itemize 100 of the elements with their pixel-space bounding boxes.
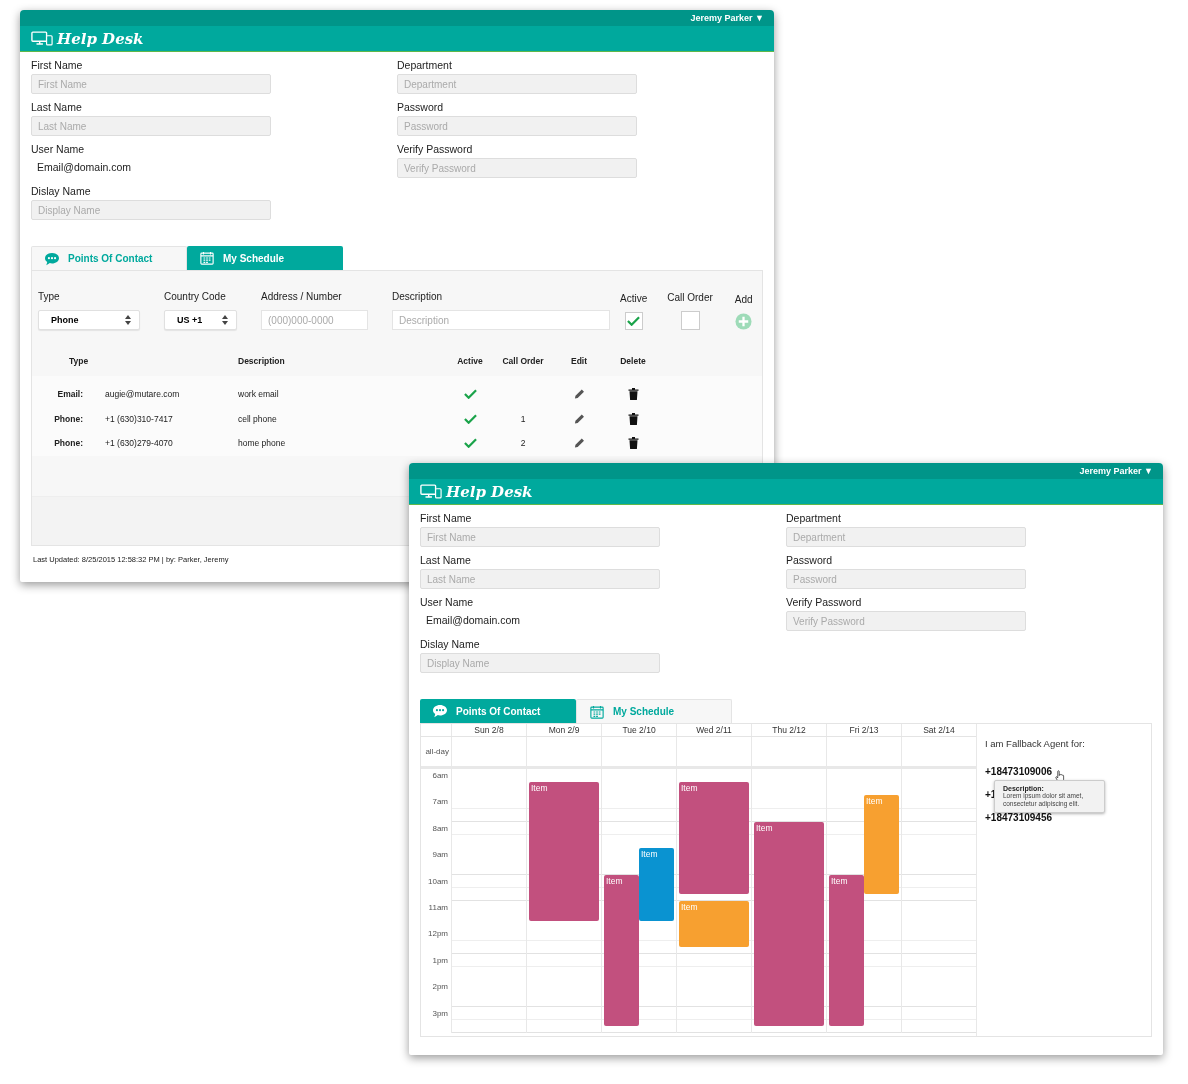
table-cell: 1 — [520, 413, 526, 424]
field-label: Dislay Name — [31, 185, 92, 198]
day-header: Thu 2/12 — [751, 724, 826, 736]
calendar-icon — [199, 251, 215, 265]
tab[interactable]: Points Of Contact — [420, 699, 576, 723]
day-header: Tue 2/10 — [601, 724, 676, 736]
hour-label: 6am — [431, 770, 449, 782]
field-label: Department — [397, 59, 453, 72]
table-cell-text: Email: — [56, 389, 84, 400]
field-label: User Name — [420, 596, 475, 609]
day-header: Sat 2/14 — [901, 724, 976, 736]
trash-icon[interactable] — [627, 388, 639, 401]
column-header: Active — [456, 356, 484, 366]
phone-number[interactable]: +18473109456 — [985, 812, 1053, 823]
table-cell-text: augie@mutare.com — [104, 389, 181, 400]
trash-icon[interactable] — [627, 412, 639, 425]
input-field[interactable]: First Name — [31, 74, 271, 94]
field-label: Type — [38, 291, 61, 302]
column-header: Description — [238, 356, 286, 366]
field-label: Country Code — [164, 291, 227, 302]
hour-label: 7am — [431, 796, 449, 809]
column-header: Call Order — [501, 356, 545, 366]
calendar-event[interactable]: Item — [529, 782, 599, 921]
field-label: Active — [620, 293, 648, 304]
input-field[interactable]: Verify Password — [786, 611, 1026, 631]
hand-cursor-icon — [1055, 770, 1066, 783]
pencil-icon[interactable] — [573, 388, 585, 401]
table-cell-text: Phone: — [53, 413, 84, 424]
input-field[interactable]: Verify Password — [397, 158, 637, 178]
calendar-event[interactable]: Item — [754, 821, 824, 1027]
speech-bubble-icon — [432, 704, 448, 718]
field-label: Password — [397, 101, 445, 114]
calendar-event[interactable]: Item — [679, 782, 749, 895]
input-field[interactable]: Password — [397, 116, 637, 136]
updown-arrows-icon — [222, 315, 228, 325]
input-field[interactable]: Display Name — [31, 200, 271, 220]
input-field[interactable] — [680, 311, 700, 330]
field-label: First Name — [31, 59, 84, 72]
type-select[interactable]: Phone — [38, 310, 140, 330]
user-menu[interactable]: Jeremy Parker ▼ — [690, 13, 764, 23]
day-header: Sun 2/8 — [451, 724, 526, 736]
field-label: Dislay Name — [420, 638, 481, 651]
tab[interactable]: Points Of Contact — [31, 246, 187, 270]
field-label: Password — [786, 554, 834, 567]
field-label: User Name — [31, 143, 86, 156]
check-icon — [627, 316, 641, 326]
tab[interactable]: My Schedule — [187, 246, 343, 270]
hour-label: 2pm — [431, 981, 449, 994]
app-title: Help Desk — [446, 482, 533, 501]
column-header: Delete — [619, 356, 647, 366]
table-cell-text: +1 (630)279-4070 — [104, 438, 174, 449]
input-field[interactable]: First Name — [420, 527, 660, 547]
updown-arrows-icon — [125, 315, 131, 325]
field-label: Verify Password — [786, 596, 863, 609]
country-select[interactable]: US +1 — [164, 310, 237, 330]
devices-icon — [31, 31, 53, 46]
table-cell: 2 — [520, 438, 526, 449]
field-value: Email@domain.com — [37, 161, 133, 173]
field-label: Last Name — [31, 101, 83, 114]
calendar-event[interactable]: Item — [829, 874, 864, 1027]
hour-label: 8am — [431, 822, 449, 835]
field-label: Call Order — [667, 292, 713, 303]
pencil-icon[interactable] — [573, 412, 585, 425]
field-label: Verify Password — [397, 143, 474, 156]
phone-number[interactable]: +18473109006 — [985, 766, 1053, 777]
input-field[interactable]: Description — [392, 310, 610, 330]
calendar-event[interactable]: Item — [639, 848, 674, 921]
input-field[interactable]: (000)000-0000 — [261, 310, 368, 330]
checkbox[interactable] — [624, 312, 643, 330]
field-label: Address / Number — [261, 291, 343, 302]
field-label: Last Name — [420, 554, 472, 567]
user-menu[interactable]: Jeremy Parker ▼ — [1079, 466, 1153, 476]
input-field[interactable]: Password — [786, 569, 1026, 589]
column-header: Type — [68, 356, 90, 366]
hour-label: 3pm — [431, 1007, 449, 1020]
hour-label: 1pm — [431, 954, 449, 967]
speech-bubble-icon — [44, 251, 60, 266]
input-field[interactable]: Department — [786, 527, 1026, 547]
input-field[interactable]: Department — [397, 74, 637, 94]
table-cell-text: home phone — [238, 438, 287, 449]
hour-label: 11am — [427, 901, 449, 914]
hour-label: 12pm — [427, 928, 449, 941]
calendar-icon — [589, 704, 605, 719]
all-day-label: all-day — [424, 747, 450, 756]
input-field[interactable]: Last Name — [420, 569, 660, 589]
input-field[interactable]: Last Name — [31, 116, 271, 136]
column-header: Edit — [569, 356, 589, 366]
field-label: Description — [392, 291, 444, 302]
tab[interactable]: My Schedule — [576, 699, 732, 723]
field-label: Department — [786, 512, 842, 525]
app-title: Help Desk — [57, 29, 144, 48]
calendar-event[interactable]: Item — [604, 874, 639, 1027]
trash-icon[interactable] — [627, 437, 639, 450]
pencil-icon[interactable] — [573, 437, 585, 450]
day-header: Mon 2/9 — [526, 724, 601, 736]
hour-label: 9am — [431, 849, 449, 862]
input-field[interactable]: Display Name — [420, 653, 660, 673]
table-cell-text: Phone: — [53, 438, 84, 449]
day-header: Fri 2/13 — [826, 724, 901, 736]
field-label: First Name — [420, 512, 473, 525]
